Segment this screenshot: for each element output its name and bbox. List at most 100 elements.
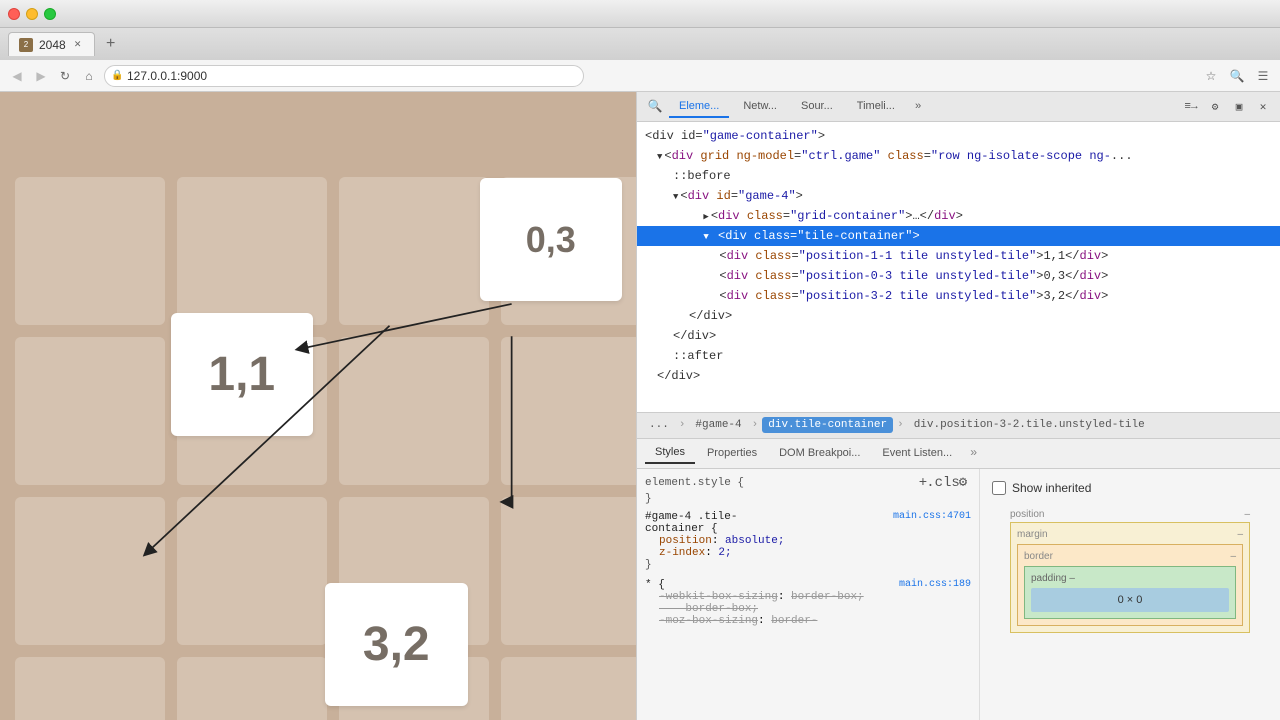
html-line: </div> xyxy=(637,306,1280,326)
html-line: ▶<div class="grid-container">…</div> xyxy=(637,206,1280,226)
css-property-position: position: absolute; xyxy=(645,535,971,547)
devtools-settings-icon[interactable]: ⚙ xyxy=(1206,98,1224,116)
grid-cell xyxy=(15,497,165,645)
styles-tab-properties[interactable]: Properties xyxy=(697,443,767,463)
css-rule-header: #game-4 .tile-container { main.css:4701 xyxy=(645,511,971,535)
style-settings-button[interactable]: ⚙ xyxy=(955,475,971,491)
html-line: <div class="position-3-2 tile unstyled-t… xyxy=(637,286,1280,306)
html-line: ::before xyxy=(637,166,1280,186)
css-rule-star: * { main.css:189 -webkit-box-sizing: bor… xyxy=(645,579,971,627)
padding-row: padding – xyxy=(1031,573,1229,584)
address-bar: ◀ ▶ ↻ ⌂ 🔒 127.0.0.1:9000 ☆ 🔍 ☰ xyxy=(0,60,1280,92)
devtools-layout-icon[interactable]: ▣ xyxy=(1230,98,1248,116)
tile-3-2: 3,2 xyxy=(325,583,468,706)
forward-button[interactable]: ▶ xyxy=(32,67,50,85)
content-area: 1,1 3,2 0,3 xyxy=(0,92,1280,720)
breadcrumb-separator: › xyxy=(679,419,686,431)
grid-cell xyxy=(177,657,327,720)
devtools-search-icon[interactable]: 🔍 xyxy=(645,97,665,117)
styles-tabs: Styles Properties DOM Breakpoi... Event … xyxy=(637,439,1280,469)
breadcrumb-item-tile-container[interactable]: div.tile-container xyxy=(762,417,893,433)
css-source-link-star[interactable]: main.css:189 xyxy=(899,579,971,591)
styles-tabs-more[interactable]: » xyxy=(964,442,983,464)
grid-cell xyxy=(339,337,489,485)
reload-button[interactable]: ↻ xyxy=(56,67,74,85)
styles-right: Show inherited position – margin xyxy=(980,469,1280,720)
styles-tab-event-listeners[interactable]: Event Listen... xyxy=(872,443,962,463)
border-dash: – xyxy=(1230,551,1236,562)
content-size: 0 × 0 xyxy=(1118,594,1143,606)
css-rule-close: } xyxy=(645,559,971,571)
breadcrumb-item-game4[interactable]: #game-4 xyxy=(689,417,747,433)
tab-close-button[interactable]: ✕ xyxy=(72,39,84,51)
styles-content: element.style { + .cls ⚙ } xyxy=(637,469,1280,720)
box-model: position – margin – xyxy=(1010,507,1250,633)
show-inherited-label: Show inherited xyxy=(1012,481,1091,495)
styles-tab-dom-breakpoints[interactable]: DOM Breakpoi... xyxy=(769,443,870,463)
new-tab-button[interactable]: + xyxy=(99,32,123,56)
grid-cell xyxy=(15,177,165,325)
padding-label: padding – xyxy=(1031,573,1075,584)
grid-cell xyxy=(177,497,327,645)
grid-cell xyxy=(15,657,165,720)
css-prop-name: border-box; xyxy=(645,603,758,615)
bookmark-icon[interactable]: ☆ xyxy=(1202,67,1220,85)
devtools-tab-elements[interactable]: Eleme... xyxy=(669,96,729,118)
devtools-toolbar-icons: ≡→ ⚙ ▣ ✕ xyxy=(1182,98,1272,116)
tab-favicon: 2 xyxy=(19,38,33,52)
breadcrumb-bar: ... › #game-4 › div.tile-container › div… xyxy=(637,413,1280,439)
home-button[interactable]: ⌂ xyxy=(80,67,98,85)
html-line-selected[interactable]: ▼ <div class="tile-container"> xyxy=(637,226,1280,246)
styles-tab-styles[interactable]: Styles xyxy=(645,442,695,464)
style-add-buttons: + .cls ⚙ xyxy=(915,475,971,491)
devtools-tab-sources[interactable]: Sour... xyxy=(791,96,843,118)
position-dash: – xyxy=(1244,509,1250,520)
css-selector: * { xyxy=(645,579,665,591)
css-rule-tile-container: #game-4 .tile-container { main.css:4701 … xyxy=(645,511,971,571)
toolbar-right: ☆ 🔍 ☰ xyxy=(1202,67,1272,85)
show-inherited-row: Show inherited xyxy=(984,473,1276,503)
margin-box: margin – border – xyxy=(1010,522,1250,633)
show-inherited-checkbox[interactable] xyxy=(992,481,1006,495)
html-line: ▼<div id="game-4"> xyxy=(637,186,1280,206)
css-rule-header: * { main.css:189 xyxy=(645,579,971,591)
browser-window: 2 2048 ✕ + ◀ ▶ ↻ ⌂ 🔒 127.0.0.1:9000 ☆ 🔍 … xyxy=(0,0,1280,720)
close-button[interactable] xyxy=(8,8,20,20)
devtools-toolbar: 🔍 Eleme... Netw... Sour... Timeli... » ≡… xyxy=(637,92,1280,122)
devtools-execute-icon[interactable]: ≡→ xyxy=(1182,98,1200,116)
position-row: position – xyxy=(1010,507,1250,522)
css-prop-val: border- xyxy=(771,615,817,627)
css-property-zindex: z-index: 2; xyxy=(645,547,971,559)
devtools-tab-timeline[interactable]: Timeli... xyxy=(847,96,905,118)
devtools-tabs-more[interactable]: » xyxy=(909,97,928,117)
css-source-link[interactable]: main.css:4701 xyxy=(893,511,971,535)
back-button[interactable]: ◀ xyxy=(8,67,26,85)
margin-label: margin xyxy=(1017,529,1048,540)
css-prop-val: 2; xyxy=(718,547,731,559)
html-line: </div> xyxy=(637,326,1280,346)
breadcrumb-separator: › xyxy=(897,419,904,431)
minimize-button[interactable] xyxy=(26,8,38,20)
element-style-header-row: element.style { + .cls ⚙ xyxy=(645,475,971,491)
menu-icon[interactable]: ☰ xyxy=(1254,67,1272,85)
border-label: border xyxy=(1024,551,1053,562)
maximize-button[interactable] xyxy=(44,8,56,20)
breadcrumb-separator: › xyxy=(752,419,759,431)
devtools-tab-network[interactable]: Netw... xyxy=(733,96,787,118)
search-icon[interactable]: 🔍 xyxy=(1228,67,1246,85)
toggle-classes-button[interactable]: .cls xyxy=(935,475,951,491)
grid-cell xyxy=(501,657,636,720)
html-line: ▼<div grid ng-model="ctrl.game" class="r… xyxy=(637,146,1280,166)
html-line: </div> xyxy=(637,366,1280,386)
css-property-webkit: -webkit-box-sizing: border-box; xyxy=(645,591,971,603)
devtools-close-icon[interactable]: ✕ xyxy=(1254,98,1272,116)
url-field[interactable]: 🔒 127.0.0.1:9000 xyxy=(104,65,584,87)
active-tab[interactable]: 2 2048 ✕ xyxy=(8,32,95,56)
tile-1-1: 1,1 xyxy=(171,313,314,436)
grid-cell xyxy=(15,337,165,485)
styles-panel-area: Styles Properties DOM Breakpoi... Event … xyxy=(637,439,1280,720)
html-line: <div class="position-0-3 tile unstyled-t… xyxy=(637,266,1280,286)
breadcrumb-item-dots[interactable]: ... xyxy=(643,417,675,433)
css-prop-name: position xyxy=(645,535,712,547)
breadcrumb-item-position-tile[interactable]: div.position-3-2.tile.unstyled-tile xyxy=(908,417,1151,433)
